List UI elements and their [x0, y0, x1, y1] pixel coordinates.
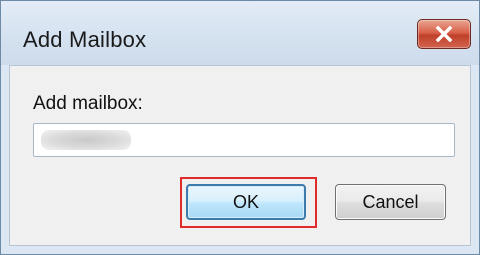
close-button[interactable] — [417, 19, 471, 49]
ok-button[interactable]: OK — [186, 184, 306, 220]
window-title: Add Mailbox — [23, 27, 147, 52]
close-icon — [435, 26, 453, 42]
cancel-button[interactable]: Cancel — [335, 184, 446, 220]
mailbox-label: Add mailbox: — [33, 93, 143, 114]
mailbox-input[interactable] — [33, 123, 455, 157]
dialog-body: Add mailbox: OK Cancel — [9, 65, 471, 246]
add-mailbox-dialog: Add Mailbox Add mailbox: OK Cancel — [0, 0, 480, 255]
title-bar[interactable]: Add Mailbox — [1, 1, 479, 65]
